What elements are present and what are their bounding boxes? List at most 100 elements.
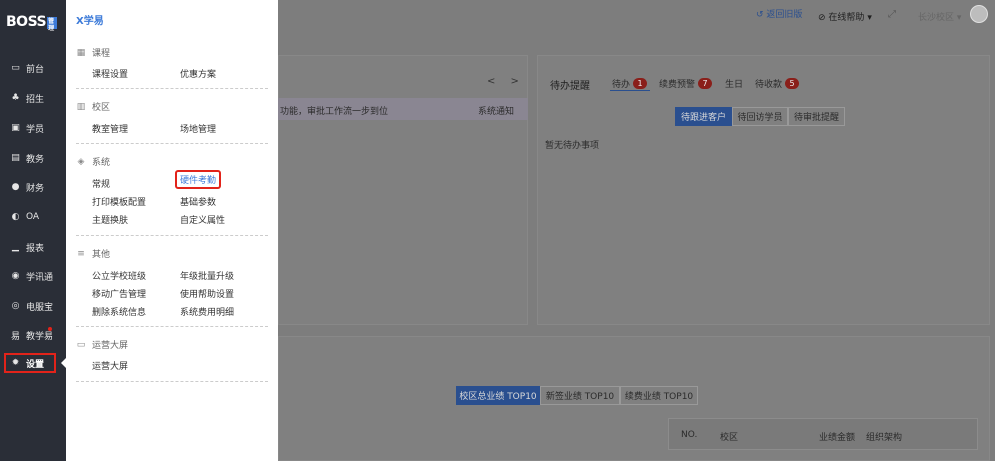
logo-tag: 管理 [47, 17, 58, 32]
sidebar-item-enrollment[interactable]: ♣ 招生 [0, 88, 66, 108]
divider [76, 381, 268, 382]
subtab-approval-reminders[interactable]: 待审批提醒 [788, 107, 845, 126]
monitor-icon: ▭ [11, 63, 20, 73]
sidebar-item-academic[interactable]: ▤ 教务 [0, 148, 66, 168]
sidebar-item-oa[interactable]: ◐ OA [0, 207, 66, 227]
tab-label: 续费预警 [659, 80, 696, 90]
tab-label: 待收款 [755, 80, 783, 90]
screen-icon: ▭ [76, 339, 86, 350]
top-header: ↺ 返回旧版 ⊘ 在线帮助 ▾ ⤢ 长沙校区 ▾ [278, 0, 995, 36]
sidebar-item-xuexuntong[interactable]: ◉ 学讯通 [0, 266, 66, 286]
sidebar-item-settings[interactable]: ✹ 设置 [4, 353, 56, 373]
campus-icon: ▥ [76, 101, 86, 112]
sidebar-item-label: 教务 [26, 154, 45, 165]
sidebar-item-label: 学员 [26, 124, 45, 135]
menu-item-course-settings[interactable]: 课程设置 [92, 67, 128, 80]
logo-text: BOSS [6, 14, 47, 30]
column-header-org: 组织架构 [866, 433, 903, 443]
sidebar-item-jiaoxueyi[interactable]: 易 教学易 [0, 325, 66, 345]
chevron-down-icon: ▾ [867, 13, 872, 23]
back-label: 返回旧版 [766, 10, 803, 20]
active-tab-underline [610, 90, 650, 91]
campus-label: 长沙校区 [918, 13, 955, 23]
fullscreen-icon[interactable]: ⤢ [888, 9, 896, 20]
course-icon: ▦ [76, 47, 86, 58]
tab-todo[interactable]: 待办 1 [612, 77, 648, 90]
sidebar-item-reports[interactable]: ▁ 报表 [0, 237, 66, 257]
menu-item-venue-mgmt[interactable]: 场地管理 [180, 122, 216, 135]
menu-item-discount-plans[interactable]: 优惠方案 [180, 67, 216, 80]
menu-item-print-template[interactable]: 打印模板配置 [92, 195, 146, 208]
back-to-old-version-link[interactable]: ↺ 返回旧版 [756, 10, 802, 20]
subtab-revisit-students[interactable]: 待回访学员 [732, 107, 788, 126]
subtab-follow-up-customers[interactable]: 待跟进客户 [675, 107, 732, 126]
column-header-no: NO. [681, 430, 698, 440]
sidebar-item-label: 报表 [26, 243, 45, 254]
tab-campus-total-top10[interactable]: 校区总业绩 TOP10 [456, 386, 540, 405]
tab-label: 生日 [725, 80, 744, 90]
section-title-ops-screen: ▭ 运营大屏 [76, 338, 128, 352]
notice-pager[interactable]: < > [487, 76, 525, 87]
tab-pending-payment[interactable]: 待收款 5 [755, 77, 800, 90]
todo-empty-text: 暂无待办事项 [545, 141, 600, 151]
sidebar-item-label: 设置 [26, 359, 45, 370]
menu-item-mobile-ad-mgmt[interactable]: 移动广告管理 [92, 287, 146, 300]
main-sidebar: BOSS 管理 ▭ 前台 ♣ 招生 ▣ 学员 ▤ 教务 ● 财务 ◐ OA ▁ 报… [0, 0, 66, 461]
divider [76, 326, 268, 327]
menu-item-custom-attributes[interactable]: 自定义属性 [180, 213, 225, 226]
tab-birthday[interactable]: 生日 [725, 77, 743, 90]
help-label: 在线帮助 [828, 13, 865, 23]
tab-renewal-top10[interactable]: 续费业绩 TOP10 [620, 386, 698, 405]
sidebar-item-label: 招生 [26, 94, 45, 105]
book-icon: ▤ [11, 153, 20, 163]
tab-renewal-warning[interactable]: 续费预警 7 [659, 77, 713, 90]
sidebar-item-label: 学讯通 [26, 272, 54, 283]
student-card-icon: ▣ [11, 123, 20, 133]
teach-icon: 易 [10, 331, 20, 342]
section-title-campus: ▥ 校区 [76, 100, 110, 114]
count-badge: 1 [633, 78, 648, 89]
todo-card [537, 55, 990, 325]
count-badge: 7 [698, 78, 713, 89]
sidebar-item-finance[interactable]: ● 财务 [0, 177, 66, 197]
notice-tag: 系统通知 [478, 107, 515, 117]
section-title-course: ▦ 课程 [76, 46, 110, 60]
divider [76, 88, 268, 89]
column-header-campus: 校区 [720, 433, 739, 443]
section-label: 其他 [92, 250, 111, 260]
menu-item-ops-screen[interactable]: 运营大屏 [92, 359, 128, 372]
sidebar-item-label: 财务 [26, 183, 45, 194]
menu-item-help-settings[interactable]: 使用帮助设置 [180, 287, 234, 300]
notification-dot [48, 327, 52, 331]
chevron-down-icon: ▾ [956, 13, 962, 23]
menu-item-basic-params[interactable]: 基础参数 [180, 195, 216, 208]
menu-item-grade-batch-upgrade[interactable]: 年级批量升级 [180, 269, 234, 282]
column-header-amount: 业绩金额 [819, 433, 856, 443]
todo-title: 待办提醒 [550, 81, 590, 92]
menu-item-general[interactable]: 常规 [92, 177, 110, 190]
other-icon: ≡ [77, 248, 85, 259]
sidebar-item-label: 电服宝 [26, 302, 54, 313]
sidebar-item-frontdesk[interactable]: ▭ 前台 [0, 58, 66, 78]
sidebar-item-label: 前台 [26, 64, 45, 75]
coin-icon: ● [11, 182, 20, 192]
menu-item-delete-system-info[interactable]: 删除系统信息 [92, 305, 146, 318]
campus-selector[interactable]: 长沙校区 ▾ [918, 10, 961, 23]
bar-chart-icon: ▁ [12, 242, 19, 252]
toggle-icon: ◐ [11, 212, 20, 222]
divider [76, 235, 268, 236]
divider [76, 143, 268, 144]
online-help-button[interactable]: ⊘ 在线帮助 ▾ [818, 10, 872, 23]
sidebar-item-dianfubao[interactable]: ◎ 电服宝 [0, 296, 66, 316]
avatar[interactable] [970, 5, 988, 23]
menu-item-theme-skin[interactable]: 主题换肤 [92, 213, 128, 226]
section-label: 系统 [92, 158, 111, 168]
menu-item-classroom-mgmt[interactable]: 教室管理 [92, 122, 128, 135]
menu-item-hardware-attendance[interactable]: 硬件考勤 [175, 170, 222, 189]
tab-label: 待办 [612, 80, 631, 90]
menu-item-system-fee-details[interactable]: 系统费用明细 [180, 305, 234, 318]
notice-card [278, 55, 528, 325]
menu-item-public-school-class[interactable]: 公立学校班级 [92, 269, 146, 282]
tab-new-sign-top10[interactable]: 新签业绩 TOP10 [540, 386, 620, 405]
sidebar-item-students[interactable]: ▣ 学员 [0, 118, 66, 138]
